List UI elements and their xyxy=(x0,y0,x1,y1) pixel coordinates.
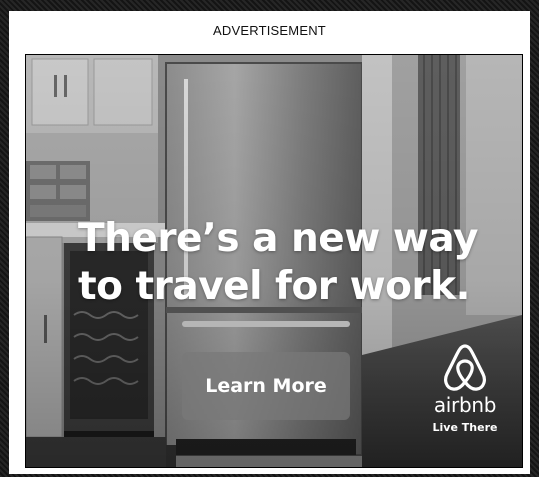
headline-line-2: to travel for work. xyxy=(78,264,470,309)
ad-headline: There’s a new way to travel for work. xyxy=(78,215,518,311)
headline-line-1: There’s a new way xyxy=(78,216,478,261)
airbnb-belo-icon xyxy=(444,344,486,391)
brand-wordmark: airbnb xyxy=(433,393,497,417)
ad-creative[interactable]: There’s a new way to travel for work. Le… xyxy=(25,54,523,468)
brand-tagline: Live There xyxy=(432,421,498,434)
airbnb-logo[interactable]: airbnb Live There xyxy=(430,343,500,453)
learn-more-button[interactable]: Learn More xyxy=(182,352,350,420)
ad-panel: ADVERTISEMENT There’s a new way to trave… xyxy=(9,11,530,474)
advertisement-label: ADVERTISEMENT xyxy=(213,23,326,38)
